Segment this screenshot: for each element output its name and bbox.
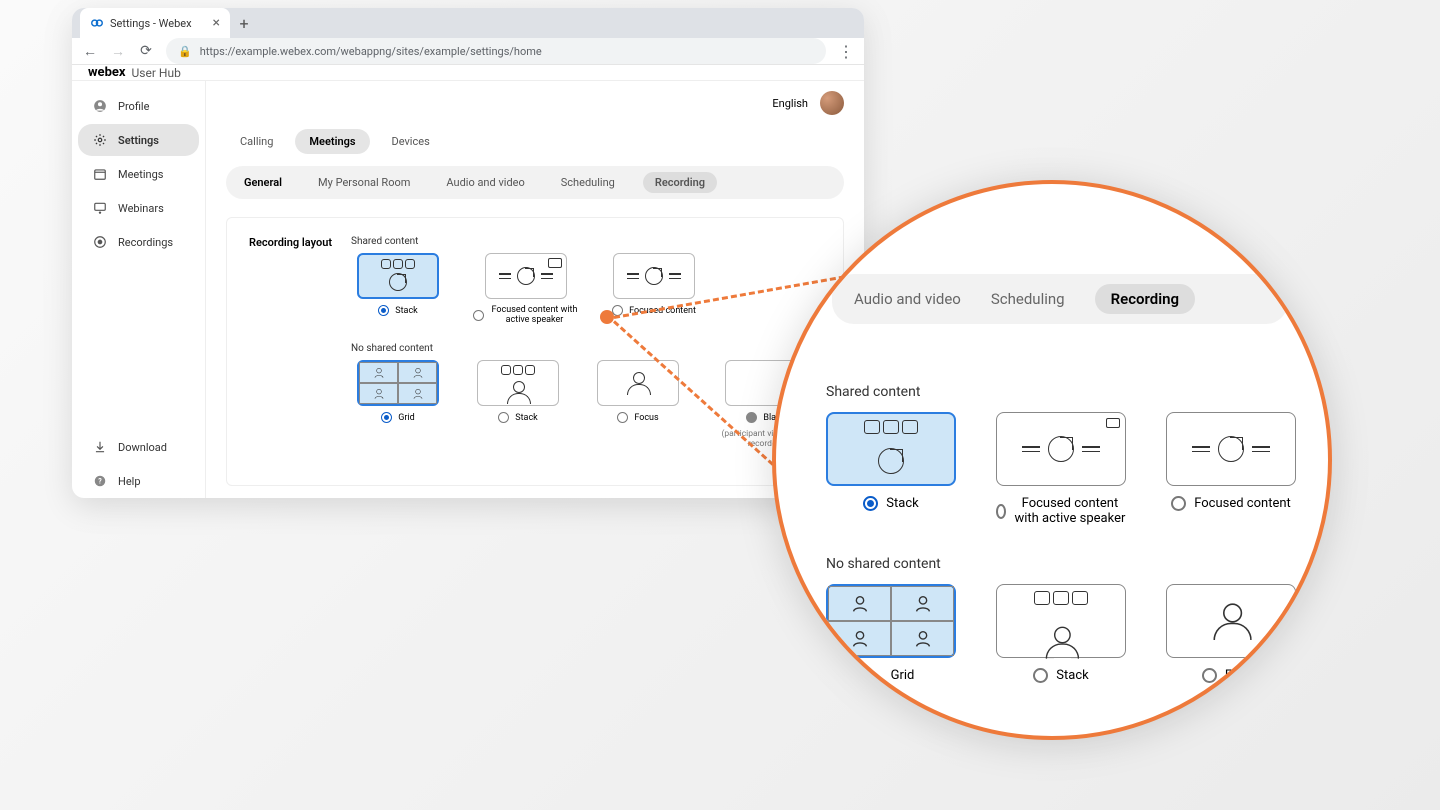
svg-text:?: ? xyxy=(98,477,102,485)
zoom-thumb-grid[interactable] xyxy=(826,584,956,658)
presentation-icon xyxy=(92,200,108,216)
sidebar-item-settings[interactable]: Settings xyxy=(78,124,199,156)
no-shared-heading: No shared content xyxy=(351,343,821,354)
sidebar-item-recordings[interactable]: Recordings xyxy=(78,226,199,258)
avatar[interactable] xyxy=(820,91,844,115)
forward-icon[interactable]: → xyxy=(110,43,126,60)
subtab-audio-video[interactable]: Audio and video xyxy=(438,172,532,193)
webex-favicon-icon xyxy=(90,16,104,30)
help-icon: ? xyxy=(92,473,108,489)
subtab-general[interactable]: General xyxy=(236,172,290,193)
sidebar-item-profile[interactable]: Profile xyxy=(78,90,199,122)
primary-tabs: Calling Meetings Devices xyxy=(226,125,844,166)
sidebar-label: Webinars xyxy=(118,202,164,215)
zoom-thumb-stack2[interactable] xyxy=(996,584,1126,658)
download-icon xyxy=(92,439,108,455)
record-icon xyxy=(92,234,108,250)
subtab-scheduling[interactable]: Scheduling xyxy=(553,172,623,193)
zoom-radio-focused[interactable] xyxy=(1171,496,1186,511)
sidebar: Profile Settings Meetings Webinars Recor… xyxy=(72,81,206,498)
sidebar-label: Settings xyxy=(118,134,159,147)
layout-thumb-grid[interactable] xyxy=(357,360,439,406)
zoom-thumb-stack[interactable] xyxy=(826,412,956,486)
browser-window: Settings - Webex × + ← → ⟳ 🔒 https://exa… xyxy=(72,8,864,498)
sidebar-label: Download xyxy=(118,441,167,454)
tab-devices[interactable]: Devices xyxy=(378,129,444,154)
zoom-thumb-focus[interactable] xyxy=(1166,584,1296,658)
browser-tab-strip: Settings - Webex × + xyxy=(72,8,864,38)
browser-tab[interactable]: Settings - Webex × xyxy=(80,8,230,38)
layout-thumb-focused[interactable] xyxy=(613,253,695,299)
subtab-recording[interactable]: Recording xyxy=(643,172,717,193)
close-tab-icon[interactable]: × xyxy=(213,15,220,31)
person-icon xyxy=(92,98,108,114)
reload-icon[interactable]: ⟳ xyxy=(138,43,154,59)
secondary-tabs: General My Personal Room Audio and video… xyxy=(226,166,844,199)
zoom-radio-stack[interactable] xyxy=(863,496,878,511)
tab-calling[interactable]: Calling xyxy=(226,129,287,154)
sidebar-label: Recordings xyxy=(118,236,173,249)
sidebar-label: Help xyxy=(118,475,141,488)
subtab-personal-room[interactable]: My Personal Room xyxy=(310,172,418,193)
brand-label: webex xyxy=(88,65,126,80)
zoom-subtab-audio[interactable]: Audio and video xyxy=(854,290,961,308)
zoom-radio-focus[interactable] xyxy=(1202,668,1217,683)
magnifier-callout: Audio and video Scheduling Recording Sha… xyxy=(772,180,1332,740)
tab-meetings[interactable]: Meetings xyxy=(295,129,369,154)
zoom-radio-focused-speaker[interactable] xyxy=(996,504,1006,519)
sidebar-item-help[interactable]: ? Help xyxy=(78,465,199,497)
layout-thumb-stack[interactable] xyxy=(357,253,439,299)
radio-stack2[interactable] xyxy=(498,412,509,423)
radio-grid[interactable] xyxy=(381,412,392,423)
browser-toolbar: ← → ⟳ 🔒 https://example.webex.com/webapp… xyxy=(72,38,864,65)
address-bar[interactable]: 🔒 https://example.webex.com/webappng/sit… xyxy=(166,38,826,64)
radio-blank[interactable] xyxy=(746,412,757,423)
zoom-subtab-scheduling[interactable]: Scheduling xyxy=(991,290,1065,308)
browser-menu-icon[interactable]: ⋮ xyxy=(838,42,854,61)
layout-thumb-focused-speaker[interactable] xyxy=(485,253,567,299)
section-title: Recording layout xyxy=(249,236,351,467)
sidebar-label: Profile xyxy=(118,100,149,113)
calendar-icon xyxy=(92,166,108,182)
layout-thumb-stack2[interactable] xyxy=(477,360,559,406)
sidebar-item-meetings[interactable]: Meetings xyxy=(78,158,199,190)
sidebar-item-download[interactable]: Download xyxy=(78,431,199,463)
back-icon[interactable]: ← xyxy=(82,43,98,60)
shared-content-heading: Shared content xyxy=(351,236,821,247)
zoom-noshared-heading: No shared content xyxy=(826,556,1278,572)
zoom-thumb-focused[interactable] xyxy=(1166,412,1296,486)
radio-focus[interactable] xyxy=(617,412,628,423)
zoom-radio-stack2[interactable] xyxy=(1033,668,1048,683)
app-header: webex User Hub xyxy=(72,65,864,81)
lock-icon: 🔒 xyxy=(178,45,192,58)
language-selector[interactable]: English xyxy=(772,97,808,110)
callout-marker-icon xyxy=(600,310,614,324)
sidebar-label: Meetings xyxy=(118,168,163,181)
radio-focused-speaker[interactable] xyxy=(473,310,484,321)
zoom-thumb-focused-speaker[interactable] xyxy=(996,412,1126,486)
hub-label: User Hub xyxy=(132,66,181,80)
sidebar-item-webinars[interactable]: Webinars xyxy=(78,192,199,224)
url-text: https://example.webex.com/webappng/sites… xyxy=(200,45,542,58)
browser-tab-title: Settings - Webex xyxy=(110,17,192,30)
radio-stack[interactable] xyxy=(378,305,389,316)
new-tab-button[interactable]: + xyxy=(230,8,258,38)
zoom-secondary-tabs: Audio and video Scheduling Recording xyxy=(832,274,1288,324)
zoom-shared-heading: Shared content xyxy=(826,384,1278,400)
zoom-subtab-recording[interactable]: Recording xyxy=(1095,284,1195,314)
gear-icon xyxy=(92,132,108,148)
